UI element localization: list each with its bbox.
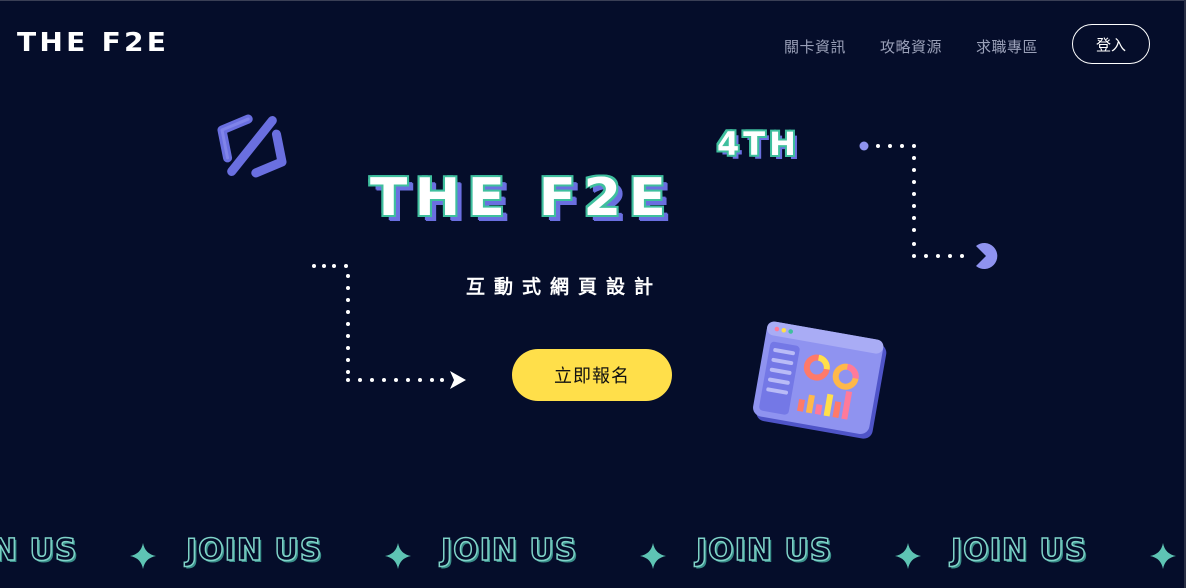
login-label: 登入	[1095, 35, 1126, 54]
dashboard-illustration	[753, 321, 887, 439]
hero-title: THE F2E	[370, 168, 674, 228]
arrow-right-icon	[450, 371, 466, 389]
sparkle-icon	[640, 543, 666, 569]
marquee-item: JOIN US	[695, 533, 833, 568]
edition-label: 4TH	[717, 125, 800, 163]
top-border	[0, 0, 1186, 1]
code-icon	[217, 114, 287, 178]
marquee-item: N US	[0, 533, 78, 568]
dotted-arrow-left	[312, 264, 466, 389]
login-button[interactable]: 登入	[1072, 24, 1150, 64]
register-label: 立即報名	[554, 366, 630, 387]
nav-link-jobs[interactable]: 求職專區	[976, 36, 1038, 57]
hero-subtitle: 互動式網頁設計	[466, 276, 663, 298]
landing-page: THE F2E 關卡資訊 攻略資源 求職專區 登入 4TH THE F2E 互動…	[0, 0, 1186, 588]
join-us-marquee: N US JOIN US JOIN US JOIN US JOIN US	[0, 528, 1186, 578]
marquee-item: JOIN US	[185, 533, 323, 568]
dotted-path-right	[859, 141, 998, 269]
nav-link-stage-info[interactable]: 關卡資訊	[784, 36, 846, 57]
nav-link-resources[interactable]: 攻略資源	[880, 36, 942, 57]
sparkle-icon	[385, 543, 411, 569]
sparkle-icon	[1150, 543, 1176, 569]
site-logo[interactable]: THE F2E	[17, 30, 169, 56]
pacman-icon	[976, 243, 998, 269]
marquee-item: JOIN US	[440, 533, 578, 568]
register-button[interactable]: 立即報名	[512, 349, 672, 401]
sparkle-icon	[130, 543, 156, 569]
sparkle-icon	[895, 543, 921, 569]
marquee-item: JOIN US	[950, 533, 1088, 568]
